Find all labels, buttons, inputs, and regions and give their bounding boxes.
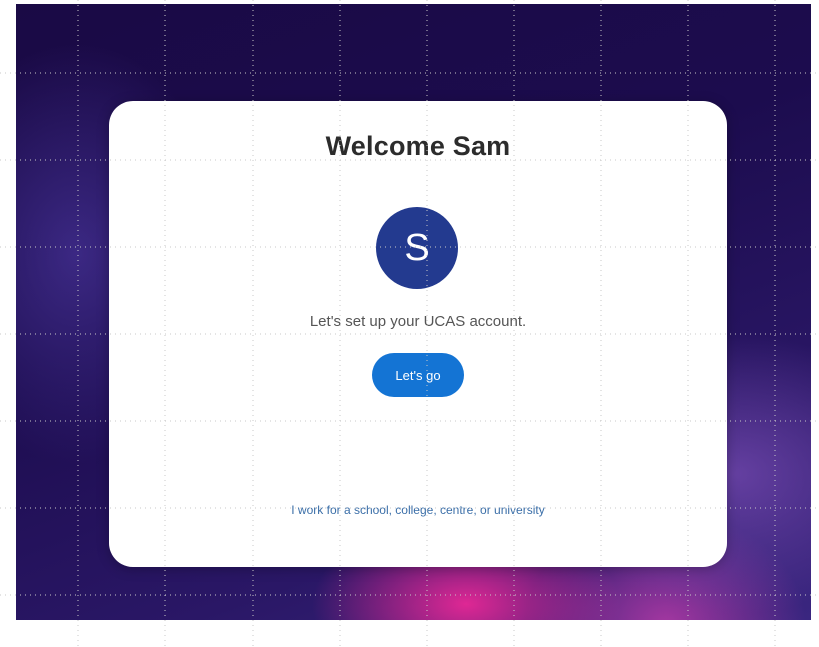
avatar: S (376, 207, 458, 289)
page-title: Welcome Sam (325, 131, 511, 161)
background-frame: Welcome Sam S Let's set up your UCAS acc… (16, 4, 811, 620)
lets-go-button[interactable]: Let's go (372, 353, 464, 397)
staff-link[interactable]: I work for a school, college, centre, or… (109, 503, 727, 517)
setup-message: Let's set up your UCAS account. (309, 313, 527, 330)
welcome-card: Welcome Sam S Let's set up your UCAS acc… (109, 101, 727, 567)
avatar-initial: S (404, 226, 430, 269)
